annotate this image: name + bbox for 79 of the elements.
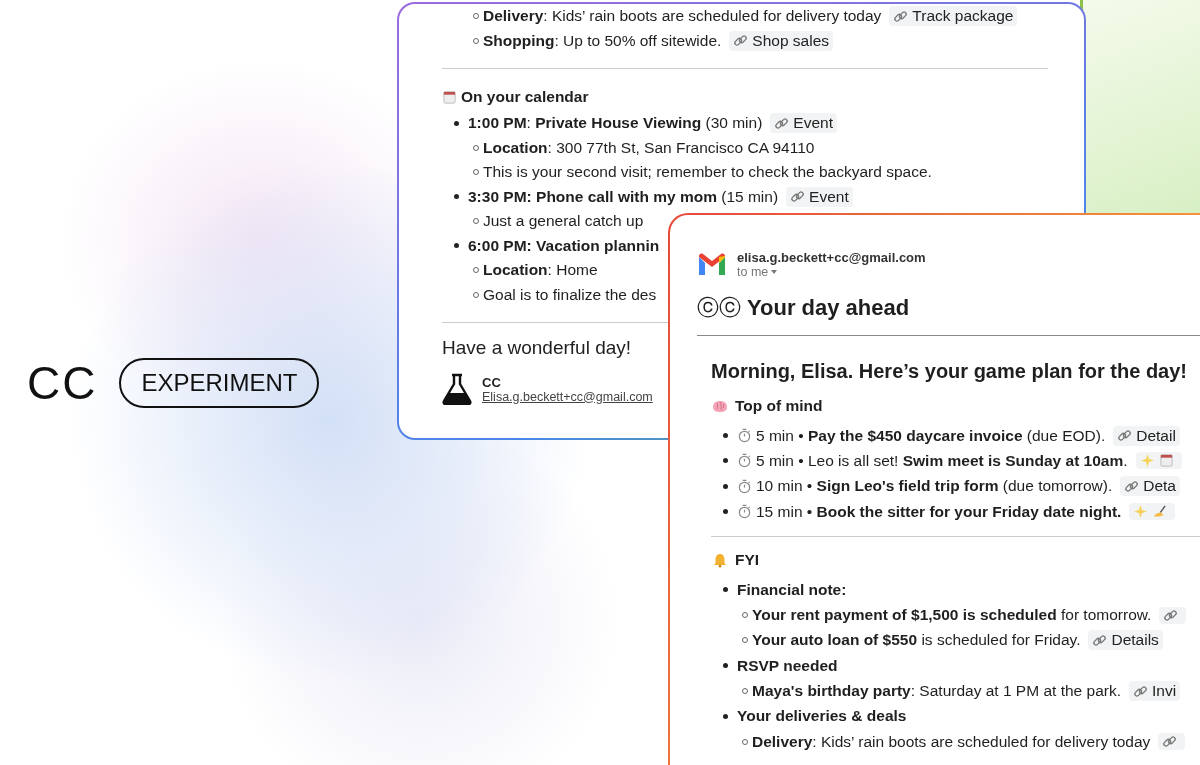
mail-logo-icon — [697, 252, 727, 277]
link-icon — [893, 8, 909, 24]
item-text: Delivery: Kids’ rain boots are scheduled for delivery today — [752, 732, 1151, 751]
writing-hand-icon — [1152, 504, 1168, 520]
link-icon — [1132, 683, 1148, 699]
item-text: RSVP needed — [737, 656, 838, 675]
item-text: Location: Home — [483, 261, 598, 280]
sparkle-icon — [1133, 504, 1149, 520]
item-text: Location: 300 77th St, San Francisco CA 94110 — [483, 138, 815, 157]
email-link[interactable]: Elisa.g.beckett+cc@gmail.com — [482, 389, 653, 404]
bullet-icon — [723, 587, 728, 593]
bell-icon — [711, 552, 729, 569]
item-text: Your deliveries & deals — [737, 707, 907, 726]
link-icon — [1163, 607, 1179, 623]
item-text: 1:00 PM: Private House Viewing (30 min) — [468, 114, 763, 133]
link-chip[interactable] — [1159, 606, 1187, 624]
suggestion-chip[interactable] — [1135, 452, 1182, 470]
stopwatch-icon — [737, 453, 752, 469]
item-text: Delivery: Kids’ rain boots are scheduled for delivery today — [483, 7, 882, 26]
link-icon — [1162, 734, 1178, 750]
link-icon — [790, 189, 806, 205]
greeting-text: Morning, Elisa. Here’s your game plan for the day! — [711, 360, 1189, 383]
bullet-icon — [454, 194, 459, 200]
experiment-badge: EXPERIMENT — [119, 358, 320, 408]
link-chip[interactable]: Shop sales — [729, 30, 834, 51]
item-text: Just a general catch up — [483, 212, 644, 231]
stopwatch-icon — [737, 478, 752, 494]
item-text: Financial note: — [737, 580, 847, 599]
bullet-icon — [723, 433, 728, 439]
stopwatch-icon — [737, 428, 752, 444]
item-text: Maya's birthday party: Saturday at 1 PM at the park. — [752, 682, 1121, 700]
link-chip[interactable]: Deta — [1120, 476, 1180, 497]
item-text: Goal is to finalize the des — [483, 285, 657, 304]
item-text: This is your second visit; remember to check the backyard space. — [483, 163, 932, 182]
link-chip[interactable]: Invi — [1128, 681, 1181, 701]
link-chip[interactable]: Event — [786, 186, 853, 207]
calendar-icon — [442, 89, 457, 105]
section-heading: Top of mind — [735, 397, 823, 415]
brand-logo: CC — [27, 356, 98, 410]
link-icon — [1092, 632, 1108, 648]
sparkle-icon — [1139, 453, 1155, 469]
bullet-icon — [723, 458, 728, 464]
item-text: 6:00 PM: Vacation plannin — [468, 236, 660, 255]
flask-icon — [442, 373, 472, 405]
bullet-icon — [454, 243, 459, 249]
recipient-label: to me — [737, 265, 769, 279]
link-icon — [733, 33, 749, 49]
link-chip[interactable]: Event — [770, 113, 837, 134]
stopwatch-icon — [737, 504, 752, 520]
item-text: 5 min • Pay the $450 daycare invoice (due EOD). — [756, 426, 1106, 445]
bullet-icon — [723, 483, 728, 489]
sender-address: elisa.g.beckett+cc@gmail.com — [737, 250, 926, 265]
item-text: 5 min • Leo is all set! Swim meet is Sunday at 10am. — [756, 451, 1128, 470]
email-subject: Your day ahead — [747, 295, 910, 321]
link-chip[interactable] — [1158, 733, 1186, 751]
link-icon — [1124, 478, 1140, 494]
item-text: Shopping: Up to 50% off sitewide. — [483, 31, 722, 50]
item-text: 15 min • Book the sitter for your Friday date night. — [756, 502, 1122, 521]
brain-icon — [711, 398, 729, 414]
link-chip[interactable]: Details — [1088, 630, 1163, 651]
section-heading: On your calendar — [461, 88, 589, 106]
caret-icon[interactable] — [771, 270, 778, 274]
item-text: 3:30 PM: Phone call with my mom (15 min) — [468, 187, 779, 206]
subject-logo: ⓒⓒ — [697, 294, 741, 322]
bullet-icon — [454, 120, 459, 126]
signature-name: CC — [482, 374, 502, 390]
link-icon — [1117, 428, 1133, 444]
bullet-icon — [723, 663, 728, 669]
item-text: Your auto loan of $550 is scheduled for Friday. — [752, 631, 1081, 650]
item-text: 10 min • Sign Leo's field trip form (due tomorrow). — [756, 477, 1113, 496]
link-chip[interactable]: Track package — [889, 6, 1018, 27]
link-icon — [774, 115, 790, 131]
closing-text: Have a wonderful day! — [442, 337, 632, 359]
calendar-icon — [1158, 453, 1174, 469]
link-chip[interactable]: Detail — [1113, 425, 1180, 446]
item-text: Your rent payment of $1,500 is scheduled for tomorrow. — [752, 606, 1152, 625]
section-heading: FYI — [735, 551, 760, 570]
bullet-icon — [723, 713, 728, 719]
bullet-icon — [723, 509, 728, 515]
